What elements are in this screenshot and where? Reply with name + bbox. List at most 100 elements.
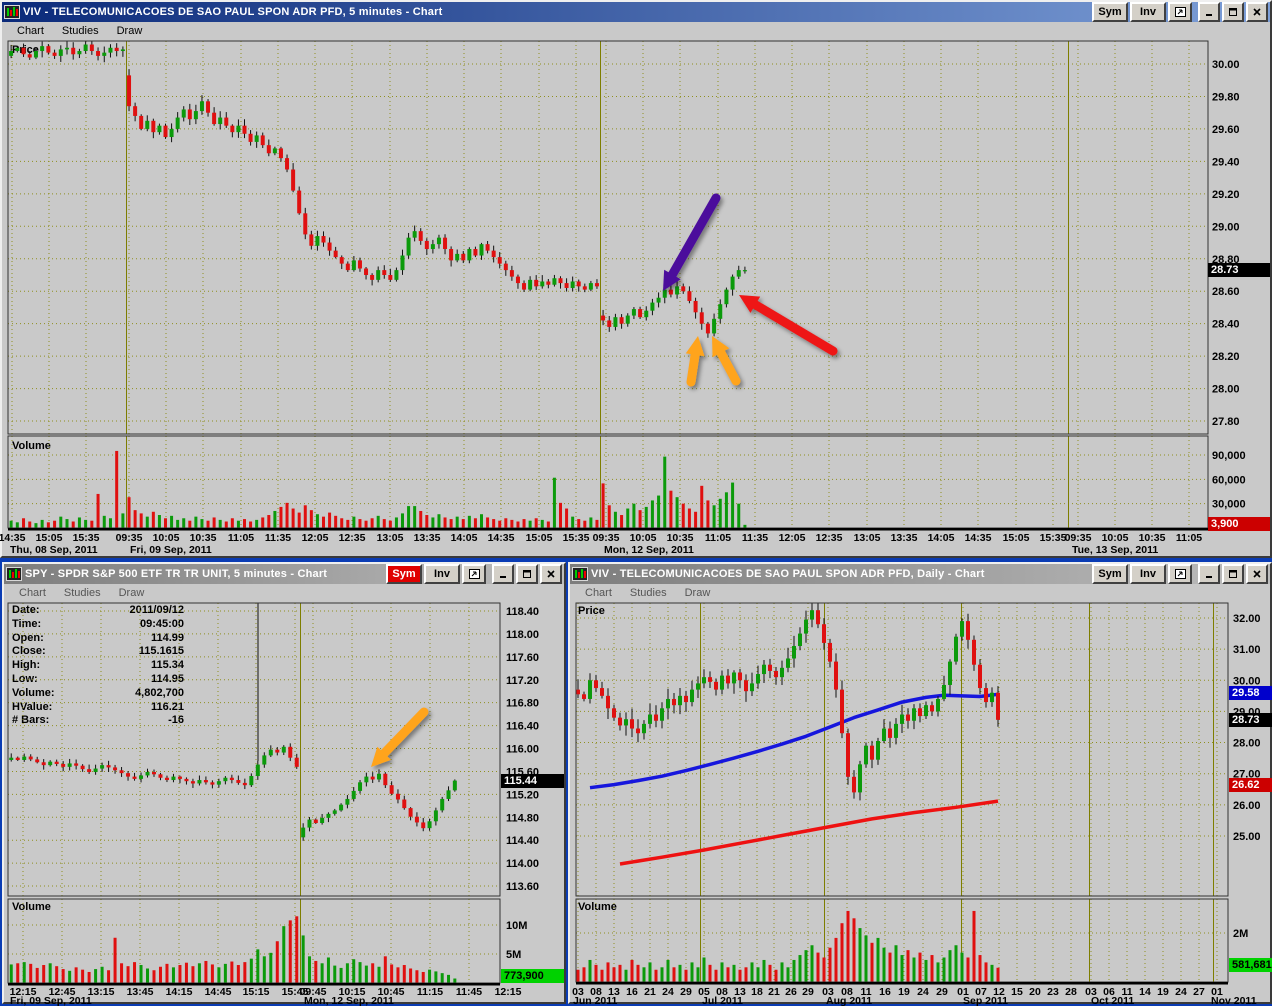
- svg-text:11:05: 11:05: [228, 532, 254, 544]
- svg-text:10:35: 10:35: [190, 532, 217, 544]
- svg-text:15:05: 15:05: [526, 532, 553, 544]
- svg-text:28: 28: [1065, 986, 1077, 998]
- viv-daily-volume-marker: 581,681: [1229, 958, 1272, 972]
- svg-text:11:05: 11:05: [1176, 532, 1202, 544]
- svg-text:Nov 2011: Nov 2011: [1211, 995, 1257, 1006]
- svg-text:Fri, 09 Sep, 2011: Fri, 09 Sep, 2011: [10, 995, 92, 1006]
- svg-text:14:35: 14:35: [0, 532, 26, 544]
- svg-text:Thu, 08 Sep, 2011: Thu, 08 Sep, 2011: [10, 544, 98, 556]
- svg-text:12:15: 12:15: [495, 986, 522, 998]
- viv-daily-red-marker: 26.62: [1229, 778, 1272, 792]
- svg-text:26: 26: [785, 986, 797, 998]
- svg-text:Fri, 09 Sep, 2011: Fri, 09 Sep, 2011: [130, 544, 212, 556]
- svg-text:14:35: 14:35: [965, 532, 992, 544]
- svg-text:11:35: 11:35: [265, 532, 291, 544]
- spy-volume-marker: 773,900: [501, 969, 564, 983]
- svg-text:14:15: 14:15: [166, 986, 193, 998]
- svg-text:21: 21: [644, 986, 656, 998]
- svg-text:114.00: 114.00: [506, 858, 539, 870]
- svg-text:Mon, 12 Sep, 2011: Mon, 12 Sep, 2011: [604, 544, 694, 556]
- svg-text:28.40: 28.40: [1212, 319, 1240, 331]
- svg-text:09:35: 09:35: [1065, 532, 1092, 544]
- svg-text:118.00: 118.00: [506, 629, 539, 641]
- viv_5min-chart: 30.0029.8029.6029.4029.2029.0028.8028.60…: [0, 40, 1246, 556]
- svg-text:29.80: 29.80: [1212, 91, 1240, 103]
- svg-text:5M: 5M: [506, 949, 521, 961]
- svg-text:16: 16: [879, 986, 891, 998]
- svg-text:13:05: 13:05: [377, 532, 404, 544]
- svg-text:19: 19: [1157, 986, 1169, 998]
- svg-text:Aug 2011: Aug 2011: [826, 995, 872, 1006]
- svg-text:10:35: 10:35: [667, 532, 694, 544]
- svg-text:09:35: 09:35: [116, 532, 143, 544]
- svg-text:Sep 2011: Sep 2011: [963, 995, 1008, 1006]
- svg-text:29.60: 29.60: [1212, 124, 1240, 136]
- svg-text:28.00: 28.00: [1212, 384, 1240, 396]
- svg-text:10:35: 10:35: [1139, 532, 1166, 544]
- svg-text:24: 24: [1175, 986, 1187, 998]
- svg-text:28.20: 28.20: [1212, 351, 1240, 363]
- viv_daily-chart: 32.0031.0030.0029.0028.0027.0026.0025.00…: [572, 602, 1261, 1006]
- charts-canvas[interactable]: 30.0029.8029.6029.4029.2029.0028.8028.60…: [0, 0, 1272, 1006]
- svg-text:11:05: 11:05: [705, 532, 731, 544]
- svg-text:Oct 2011: Oct 2011: [1091, 995, 1134, 1006]
- spy_5min-chart: 118.40 118.00 117.60 117.20 116.80 116.40 116.…: [7, 602, 539, 1006]
- svg-text:24: 24: [917, 986, 929, 998]
- svg-text:Mon, 12 Sep, 2011: Mon, 12 Sep, 2011: [304, 995, 394, 1006]
- svg-text:10:05: 10:05: [153, 532, 180, 544]
- svg-text:2M: 2M: [1233, 928, 1248, 940]
- svg-text:15:05: 15:05: [1003, 532, 1030, 544]
- svg-text:116.40: 116.40: [506, 721, 539, 733]
- svg-text:27: 27: [1193, 986, 1205, 998]
- svg-text:14:05: 14:05: [451, 532, 478, 544]
- svg-text:13:35: 13:35: [414, 532, 441, 544]
- viv-5min-last-price-marker: 28.73: [1208, 263, 1270, 277]
- svg-text:27.80: 27.80: [1212, 416, 1240, 428]
- svg-text:90,000: 90,000: [1212, 450, 1246, 462]
- spy-last-price-marker: 115.44: [501, 774, 564, 788]
- svg-text:12:35: 12:35: [816, 532, 843, 544]
- svg-text:30.00: 30.00: [1212, 59, 1240, 71]
- svg-text:28.60: 28.60: [1212, 286, 1240, 298]
- svg-text:29.20: 29.20: [1212, 189, 1240, 201]
- svg-text:116.00: 116.00: [506, 744, 539, 756]
- svg-text:15:35: 15:35: [563, 532, 590, 544]
- svg-text:32.00: 32.00: [1233, 613, 1261, 625]
- svg-text:31.00: 31.00: [1233, 644, 1261, 656]
- svg-text:10:05: 10:05: [630, 532, 657, 544]
- svg-text:30,000: 30,000: [1212, 499, 1246, 511]
- svg-text:24: 24: [662, 986, 674, 998]
- svg-text:117.20: 117.20: [506, 675, 539, 687]
- svg-text:10:05: 10:05: [1102, 532, 1129, 544]
- svg-text:Jul 2011: Jul 2011: [702, 995, 743, 1006]
- svg-text:14: 14: [1139, 986, 1151, 998]
- svg-text:29.00: 29.00: [1212, 221, 1240, 233]
- svg-text:25.00: 25.00: [1233, 831, 1261, 843]
- svg-text:13:35: 13:35: [891, 532, 918, 544]
- svg-text:14:35: 14:35: [488, 532, 515, 544]
- svg-text:26.00: 26.00: [1233, 800, 1261, 812]
- svg-text:12:35: 12:35: [339, 532, 366, 544]
- svg-text:20: 20: [1029, 986, 1041, 998]
- svg-text:15:35: 15:35: [1040, 532, 1067, 544]
- svg-text:113.60: 113.60: [506, 881, 539, 893]
- svg-text:11:35: 11:35: [742, 532, 768, 544]
- svg-text:12:05: 12:05: [302, 532, 329, 544]
- svg-text:19: 19: [898, 986, 910, 998]
- svg-text:29.40: 29.40: [1212, 156, 1240, 168]
- svg-text:116.80: 116.80: [506, 698, 539, 710]
- trading-app: { "colors": { "candle_up": "#0b9a0b", "c…: [0, 0, 1272, 1006]
- svg-text:15:35: 15:35: [73, 532, 100, 544]
- svg-text:60,000: 60,000: [1212, 474, 1246, 486]
- svg-text:09:35: 09:35: [593, 532, 620, 544]
- svg-text:29: 29: [680, 986, 692, 998]
- svg-text:114.80: 114.80: [506, 812, 539, 824]
- svg-text:29: 29: [936, 986, 948, 998]
- svg-text:28.00: 28.00: [1233, 738, 1261, 750]
- svg-text:115.20: 115.20: [506, 789, 539, 801]
- viv-daily-black-marker: 28.73: [1229, 713, 1272, 727]
- svg-text:21: 21: [768, 986, 780, 998]
- svg-text:118.40: 118.40: [506, 606, 539, 618]
- svg-text:11:15: 11:15: [417, 986, 443, 998]
- svg-text:29: 29: [802, 986, 814, 998]
